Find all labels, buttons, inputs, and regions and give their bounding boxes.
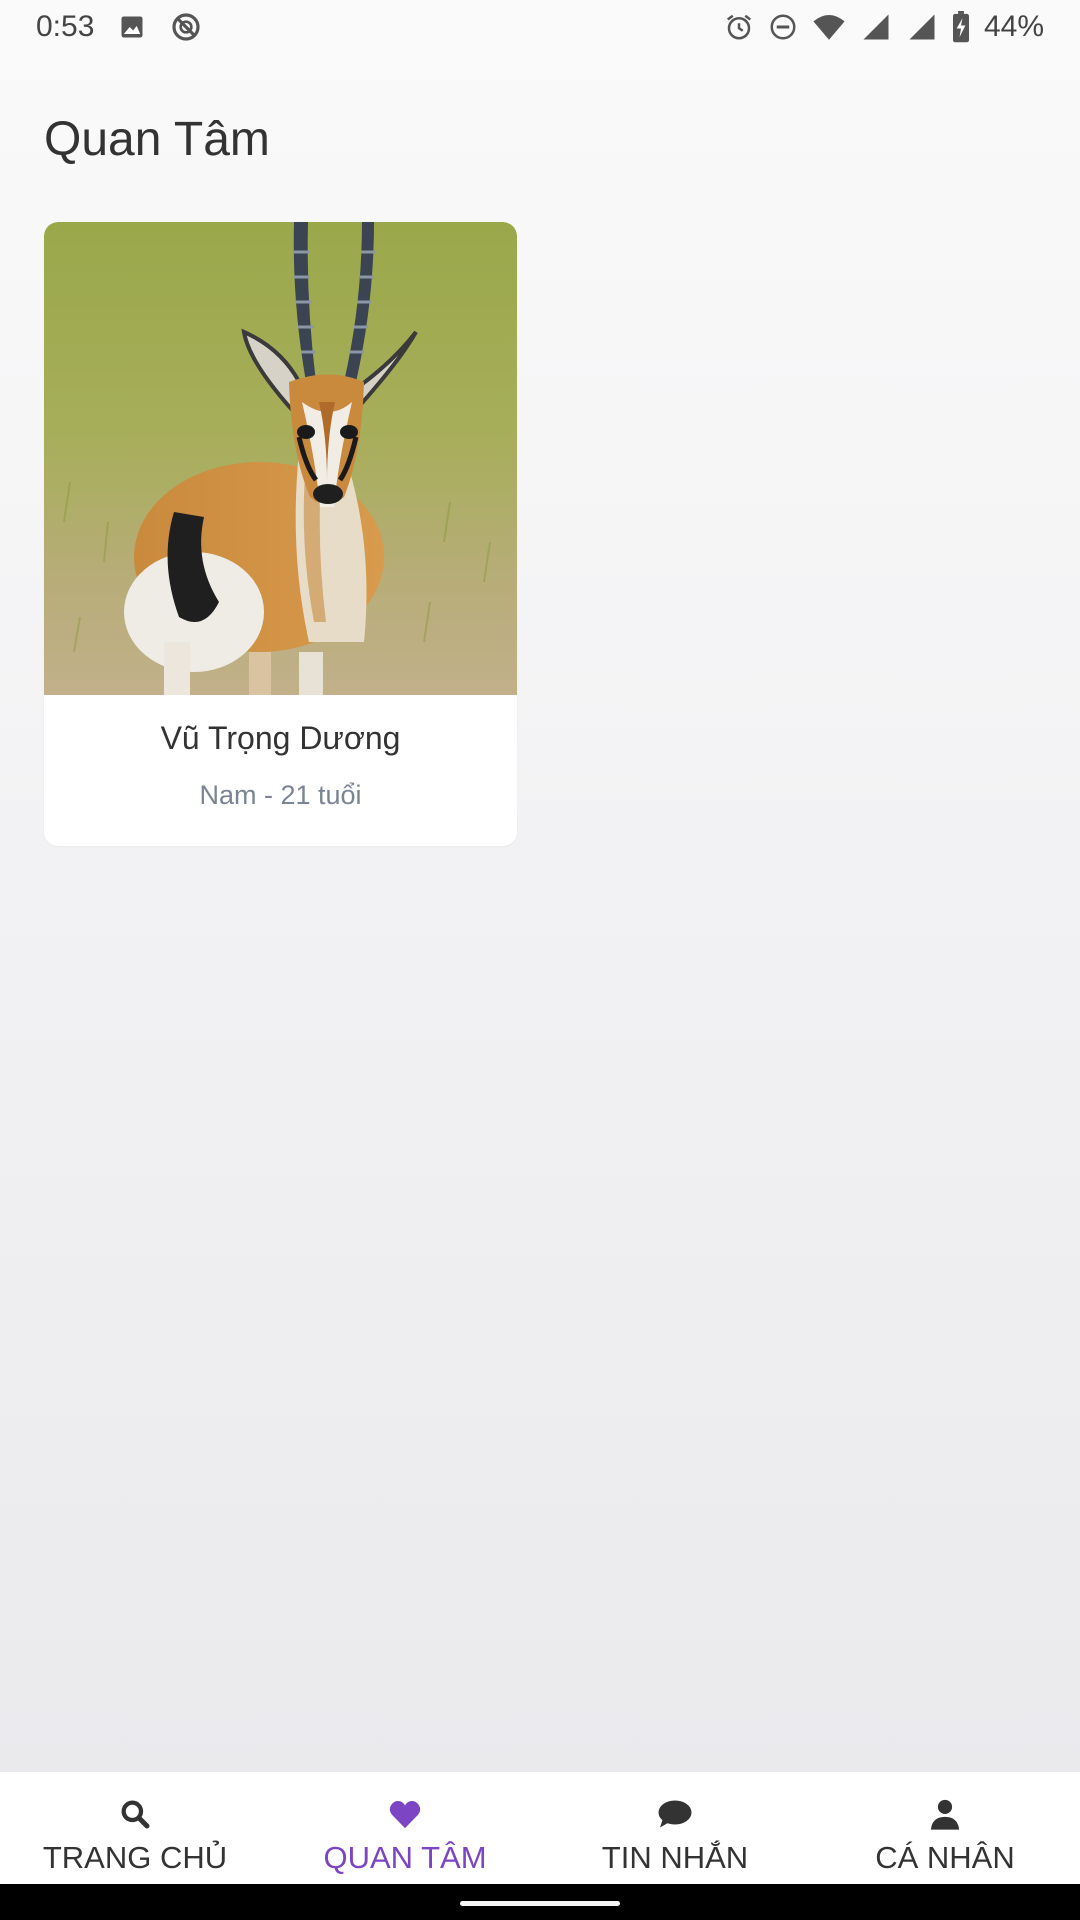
home-gesture-handle[interactable] — [460, 1901, 620, 1906]
battery-percent: 44% — [983, 10, 1044, 43]
status-right: 44% — [724, 0, 1044, 54]
nav-item-favorites[interactable]: QUAN TÂM — [270, 1772, 540, 1884]
heart-icon — [388, 1796, 422, 1832]
status-left: 0:53 — [36, 0, 202, 54]
sync-disabled-icon — [170, 11, 202, 43]
signal-icon — [860, 12, 892, 42]
signal-icon — [906, 12, 938, 42]
chat-bubble-icon — [657, 1796, 693, 1832]
battery-charging-icon — [952, 11, 970, 43]
profile-gender-age: Nam - 21 tuổi — [199, 780, 362, 810]
nav-item-home[interactable]: TRANG CHỦ — [0, 1772, 270, 1884]
nav-label-profile: CÁ NHÂN — [875, 1840, 1015, 1875]
image-icon — [118, 13, 146, 41]
search-icon — [119, 1796, 151, 1832]
profile-photo — [44, 222, 517, 695]
bottom-navigation: TRANG CHỦ QUAN TÂM TIN NHẮN CÁ NHÂN — [0, 1772, 1080, 1884]
do-not-disturb-icon — [768, 12, 798, 42]
alarm-icon — [724, 12, 754, 42]
profile-card[interactable]: Vũ Trọng Dương Nam - 21 tuổi — [44, 222, 517, 846]
system-gesture-bar — [0, 1884, 1080, 1920]
status-time: 0:53 — [36, 10, 95, 43]
person-icon — [928, 1796, 962, 1832]
status-bar: 0:53 44% — [0, 0, 1080, 54]
page-title: Quan Tâm — [44, 113, 270, 166]
nav-label-messages: TIN NHẮN — [601, 1840, 749, 1875]
wifi-icon — [812, 12, 846, 42]
nav-item-profile[interactable]: CÁ NHÂN — [810, 1772, 1080, 1884]
nav-label-home: TRANG CHỦ — [42, 1840, 228, 1875]
profile-name: Vũ Trọng Dương — [160, 720, 401, 756]
nav-item-messages[interactable]: TIN NHẮN — [540, 1772, 810, 1884]
nav-label-favorites: QUAN TÂM — [323, 1840, 487, 1875]
